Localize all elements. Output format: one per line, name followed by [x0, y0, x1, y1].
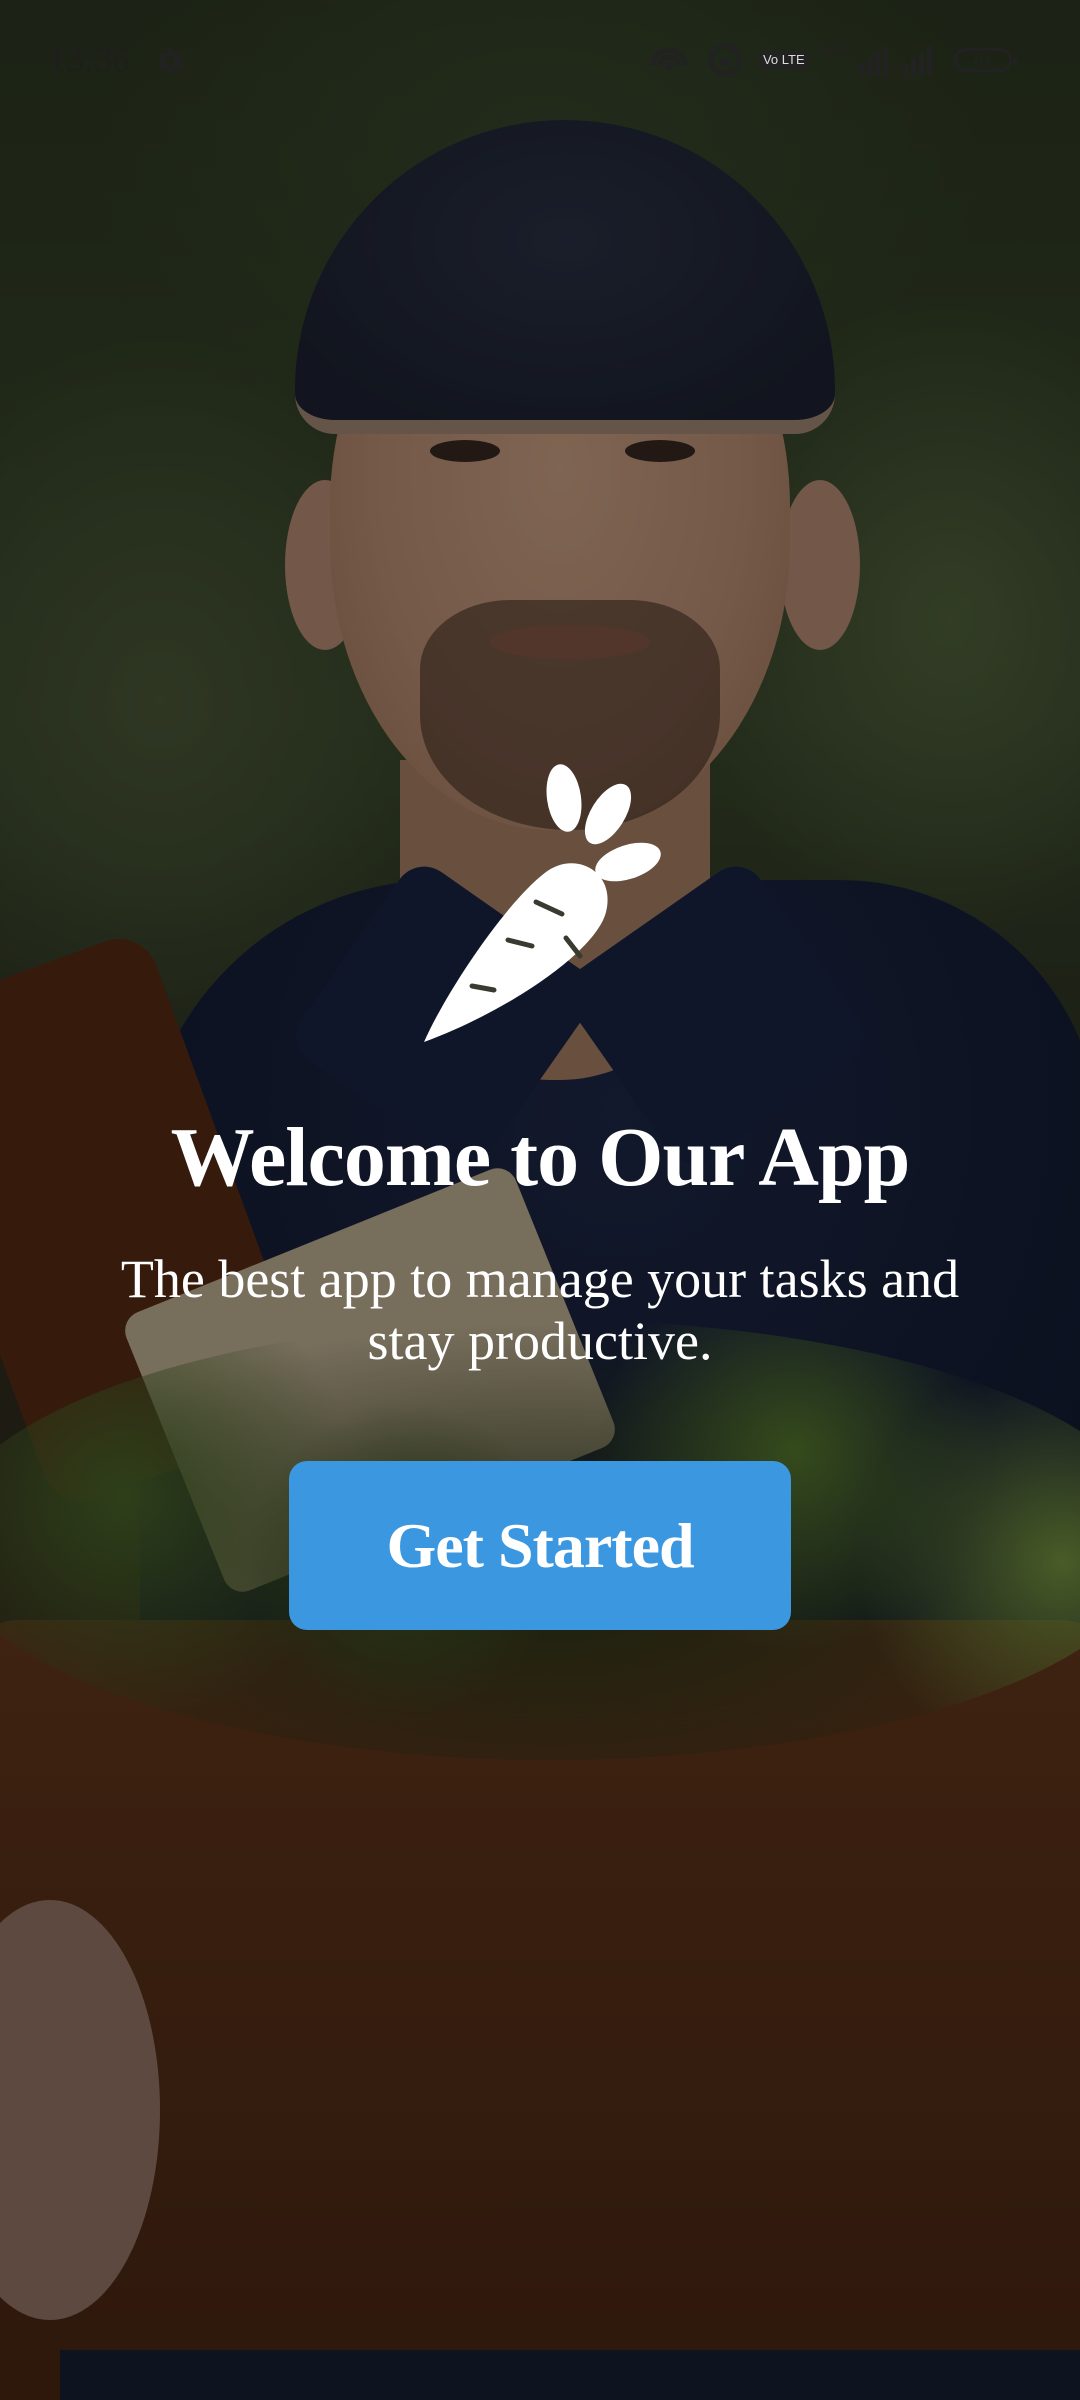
network-type: 4G	[822, 41, 844, 58]
status-time: 13:36	[48, 39, 131, 79]
welcome-title: Welcome to Our App	[170, 1111, 911, 1204]
status-bar: 13:36 Vo LTE 4G 81	[0, 0, 1080, 120]
battery-level: 81	[974, 49, 992, 70]
gear-icon	[158, 48, 183, 74]
location-icon	[708, 43, 742, 77]
hotspot-icon	[650, 47, 688, 70]
carrot-icon	[424, 764, 661, 1042]
signal-icon	[903, 46, 932, 76]
volte-icon: Vo LTE	[758, 51, 809, 69]
welcome-screen: 13:36 Vo LTE 4G 81 Welcome to Our App Th…	[0, 0, 1080, 2400]
signal-icon	[859, 46, 888, 76]
battery-icon: 81	[954, 48, 1017, 72]
welcome-subtitle: The best app to manage your tasks and st…	[120, 1249, 960, 1371]
get-started-button[interactable]: Get Started	[289, 1461, 791, 1630]
